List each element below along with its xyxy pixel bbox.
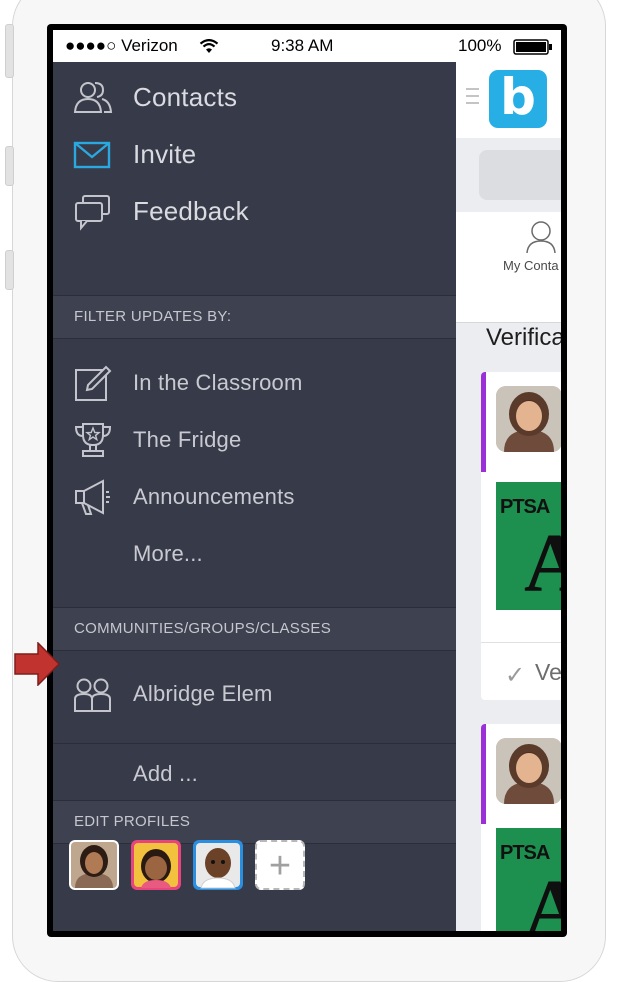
menu-item-more[interactable]: More... bbox=[53, 525, 456, 581]
profiles-section-header: EDIT PROFILES bbox=[53, 800, 456, 844]
divider bbox=[53, 743, 456, 744]
menu-item-label: Invite bbox=[133, 139, 197, 169]
feedback-bubbles-icon bbox=[75, 195, 110, 231]
checkmark-icon: ✓ bbox=[505, 661, 526, 689]
group-icon bbox=[74, 678, 111, 712]
profile-avatar-girl[interactable] bbox=[131, 840, 181, 890]
trophy-icon bbox=[74, 423, 112, 457]
clock: 9:38 AM bbox=[271, 36, 334, 55]
menu-item-the-fridge[interactable]: The Fridge bbox=[53, 411, 456, 467]
ptsa-letter: A bbox=[524, 863, 561, 932]
contacts-icon bbox=[73, 82, 113, 113]
tab-my-contacts[interactable]: My Conta bbox=[456, 212, 561, 323]
pencil-icon bbox=[75, 365, 112, 401]
ptsa-text: PTSA bbox=[500, 496, 550, 518]
ptsa-image: PTSA A bbox=[496, 828, 561, 931]
status-bar: ●●●●○ Verizon 9:38 AM 100% bbox=[53, 30, 561, 62]
menu-item-label: Add ... bbox=[133, 761, 198, 786]
card-accent-bar bbox=[481, 372, 486, 472]
envelope-icon bbox=[73, 141, 111, 169]
menu-item-in-the-classroom[interactable]: In the Classroom bbox=[53, 354, 456, 410]
hamburger-menu-icon[interactable] bbox=[466, 88, 479, 108]
card-accent-bar bbox=[481, 724, 486, 824]
menu-item-feedback[interactable]: Feedback bbox=[53, 182, 456, 238]
carrier-signal: ●●●●○ Verizon bbox=[65, 36, 178, 55]
ptsa-letter: A bbox=[524, 517, 561, 610]
wifi-icon bbox=[199, 39, 219, 53]
menu-item-label: Announcements bbox=[133, 484, 295, 509]
menu-item-announcements[interactable]: Announcements bbox=[53, 468, 456, 524]
battery-percent: 100% bbox=[458, 36, 502, 55]
section-header-label: FILTER UPDATES BY: bbox=[74, 308, 232, 325]
groups-section-header: COMMUNITIES/GROUPS/CLASSES bbox=[53, 607, 456, 651]
tab-label: My Conta bbox=[503, 258, 559, 273]
phone-mute-switch bbox=[5, 24, 14, 78]
ptsa-image: PTSA A bbox=[496, 482, 561, 610]
ptsa-text: PTSA bbox=[500, 842, 550, 864]
menu-item-label: Feedback bbox=[133, 196, 249, 226]
app-logo: b bbox=[489, 70, 547, 128]
section-title: Verifica bbox=[486, 324, 561, 351]
add-profile-button[interactable]: + bbox=[255, 840, 305, 890]
section-header-label: COMMUNITIES/GROUPS/CLASSES bbox=[74, 620, 332, 637]
megaphone-icon bbox=[75, 479, 110, 515]
menu-item-invite[interactable]: Invite bbox=[53, 125, 456, 181]
menu-item-albridge-elem[interactable]: Albridge Elem bbox=[53, 665, 456, 721]
verification-card[interactable]: PTSA A bbox=[481, 724, 561, 931]
verify-label: Ve bbox=[535, 659, 561, 685]
side-menu: Contacts Invite Feedback FILTER UPDATES … bbox=[53, 62, 456, 931]
phone-volume-down bbox=[5, 250, 14, 290]
search-bar[interactable] bbox=[479, 150, 561, 200]
phone-screen: ●●●●○ Verizon 9:38 AM 100% b My Conta Ve bbox=[53, 30, 561, 931]
menu-item-label: In the Classroom bbox=[133, 370, 303, 395]
profile-avatar-woman[interactable] bbox=[69, 840, 119, 890]
teacher-avatar bbox=[496, 386, 561, 452]
verification-card[interactable]: PTSA A ✓ Ve bbox=[481, 372, 561, 700]
menu-item-add[interactable]: Add ... bbox=[53, 745, 456, 801]
menu-item-contacts[interactable]: Contacts bbox=[53, 68, 456, 124]
profiles-row: + bbox=[69, 840, 449, 896]
menu-item-label: More... bbox=[133, 541, 203, 566]
filter-section-header: FILTER UPDATES BY: bbox=[53, 295, 456, 339]
section-header-label: EDIT PROFILES bbox=[74, 813, 191, 830]
person-icon bbox=[526, 221, 556, 254]
menu-item-label: Contacts bbox=[133, 82, 238, 112]
battery-icon bbox=[513, 39, 552, 55]
app-main-view: b My Conta Verifica PTSA A ✓ Ve PTSA A bbox=[456, 62, 561, 931]
phone-volume-up bbox=[5, 146, 14, 186]
arrow-pointer-icon bbox=[14, 642, 60, 686]
verify-button[interactable]: ✓ Ve bbox=[481, 642, 561, 700]
teacher-avatar bbox=[496, 738, 561, 804]
app-header: b bbox=[456, 62, 561, 138]
profile-avatar-boy[interactable] bbox=[193, 840, 243, 890]
menu-item-label: Albridge Elem bbox=[133, 681, 273, 706]
menu-item-label: The Fridge bbox=[133, 427, 242, 452]
